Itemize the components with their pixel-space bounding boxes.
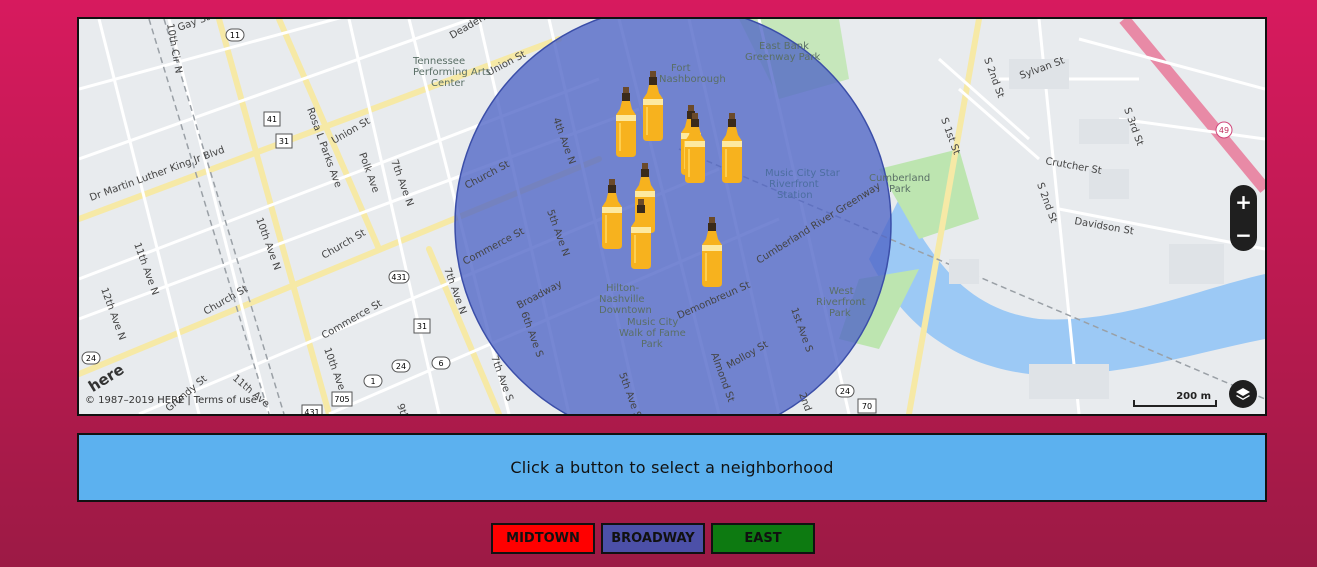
zoom-in-button[interactable]: + — [1235, 192, 1252, 212]
east-button[interactable]: EAST — [711, 523, 815, 554]
svg-text:24: 24 — [396, 362, 406, 371]
neighborhood-info: Click a button to select a neighborhood — [77, 433, 1267, 502]
svg-text:11: 11 — [230, 31, 240, 40]
svg-text:Tennessee: Tennessee — [412, 56, 465, 67]
terms-link[interactable]: Terms of use — [194, 395, 257, 406]
svg-text:Park: Park — [829, 308, 851, 319]
svg-text:31: 31 — [279, 137, 289, 146]
svg-text:East Bank: East Bank — [759, 41, 809, 52]
svg-text:Downtown: Downtown — [599, 305, 652, 316]
svg-text:Riverfront: Riverfront — [769, 179, 819, 190]
svg-text:Performing Arts: Performing Arts — [413, 67, 491, 78]
svg-text:Fort: Fort — [671, 63, 691, 74]
svg-text:24: 24 — [840, 387, 850, 396]
svg-text:70: 70 — [862, 402, 872, 411]
svg-text:Cumberland: Cumberland — [869, 173, 930, 184]
zoom-control: + − — [1230, 185, 1257, 251]
svg-text:Greenway Park: Greenway Park — [745, 52, 821, 63]
layers-icon — [1236, 388, 1250, 400]
svg-text:Park: Park — [889, 184, 911, 195]
svg-text:431: 431 — [304, 408, 319, 414]
svg-text:Riverfront: Riverfront — [816, 297, 866, 308]
svg-text:31: 31 — [417, 322, 427, 331]
svg-text:49: 49 — [1219, 126, 1229, 135]
zoom-out-button[interactable]: − — [1235, 225, 1252, 245]
map-copyright: © 1987–2019 HERE | Terms of use — [85, 395, 257, 406]
svg-text:Station: Station — [777, 190, 813, 201]
svg-text:West: West — [829, 286, 854, 297]
map[interactable]: Dr Martin Luther King Jr Blvd Union St C… — [77, 17, 1267, 416]
svg-text:Center: Center — [431, 78, 466, 89]
copyright-text: © 1987–2019 HERE — [85, 395, 185, 406]
midtown-button[interactable]: MIDTOWN — [491, 523, 595, 554]
svg-text:Hilton-: Hilton- — [606, 283, 639, 294]
svg-text:431: 431 — [391, 273, 406, 282]
svg-text:Park: Park — [641, 339, 663, 350]
svg-text:Nashborough: Nashborough — [659, 74, 726, 85]
svg-text:Music City: Music City — [627, 317, 678, 328]
svg-text:6: 6 — [438, 359, 443, 368]
scale-bar: 200 m — [1133, 391, 1217, 407]
neighborhood-buttons: MIDTOWN BROADWAY EAST — [491, 523, 815, 554]
broadway-button[interactable]: BROADWAY — [601, 523, 705, 554]
svg-text:Walk of Fame: Walk of Fame — [619, 328, 686, 339]
map-base: Dr Martin Luther King Jr Blvd Union St C… — [79, 19, 1265, 414]
svg-text:1: 1 — [370, 377, 375, 386]
svg-text:705: 705 — [334, 395, 349, 404]
svg-text:24: 24 — [86, 354, 96, 363]
svg-text:Music City Star: Music City Star — [765, 168, 841, 179]
svg-text:41: 41 — [267, 115, 277, 124]
svg-text:Nashville: Nashville — [599, 294, 645, 305]
layers-button[interactable] — [1229, 380, 1257, 408]
